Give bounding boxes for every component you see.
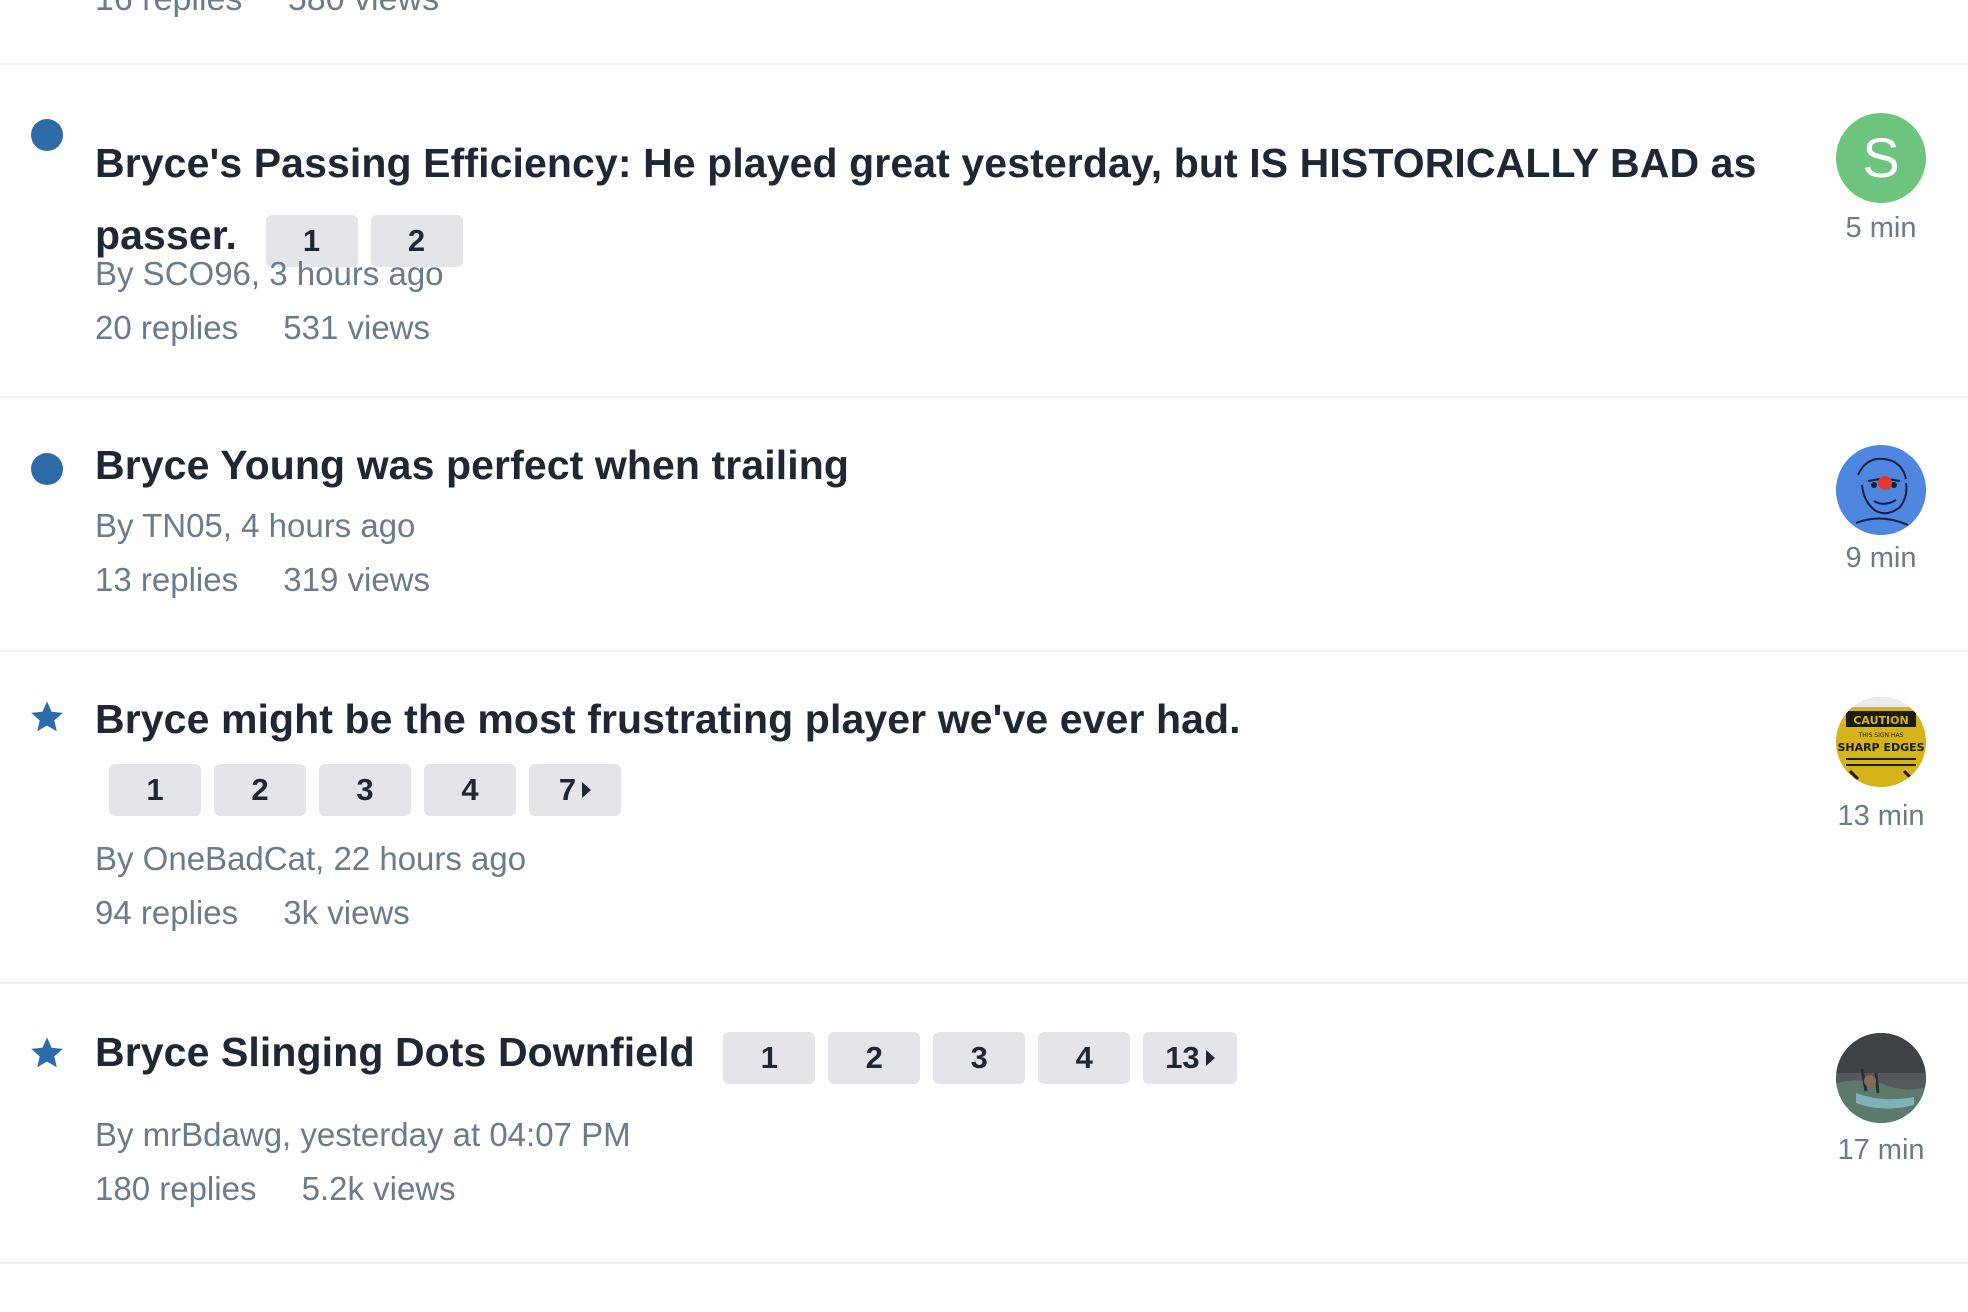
last-page-number: 13 <box>1165 1039 1200 1075</box>
topic-title-link[interactable]: Bryce might be the most frustrating play… <box>95 696 1241 742</box>
page-4-button[interactable]: 4 <box>424 764 516 816</box>
title-wrap: Bryce Slinging Dots Downfield 1 2 3 4 13 <box>95 1021 1775 1093</box>
last-page-button[interactable]: 13 <box>1143 1031 1237 1084</box>
page-4-button[interactable]: 4 <box>1038 1031 1131 1084</box>
star-icon <box>31 701 63 733</box>
sketch-face-avatar-icon <box>1836 445 1926 535</box>
avatar[interactable]: S <box>1836 113 1926 203</box>
title-wrap: Bryce might be the most frustrating play… <box>95 688 1775 816</box>
topic-stats: 13 replies 319 views <box>95 553 466 607</box>
byline: By mrBdawg, yesterday at 04:07 PM <box>95 1108 631 1162</box>
replies-count: 180 replies <box>95 1170 257 1207</box>
svg-text:SHARP EDGES: SHARP EDGES <box>1837 741 1924 754</box>
views-count: 580 views <box>288 0 439 18</box>
last-page-button[interactable]: 7 <box>529 764 621 816</box>
pagination: 1 2 3 4 7 <box>109 764 1775 816</box>
page-3-button[interactable]: 3 <box>933 1031 1026 1084</box>
byline: By OneBadCat, 22 hours ago <box>95 832 526 886</box>
page-2-button[interactable]: 2 <box>214 764 306 816</box>
byline-text: By TN05, 4 hours ago <box>95 507 416 544</box>
byline: By TN05, 4 hours ago <box>95 499 466 553</box>
last-post-time[interactable]: 13 min <box>1836 800 1926 833</box>
topic-row[interactable]: Bryce Slinging Dots Downfield 1 2 3 4 13… <box>0 984 1968 1264</box>
avatar-letter: S <box>1862 126 1900 189</box>
views-count: 5.2k views <box>301 1170 456 1207</box>
last-post-time[interactable]: 17 min <box>1836 1134 1926 1167</box>
row-divider <box>0 1262 1968 1264</box>
avatar[interactable]: CAUTION THIS SIGN HAS SHARP EDGES <box>1836 697 1926 787</box>
topic-meta: By mrBdawg, yesterday at 04:07 PM 180 re… <box>95 1108 631 1216</box>
unread-dot-icon <box>31 453 63 485</box>
page-2-button[interactable]: 2 <box>828 1031 921 1084</box>
byline-text: By mrBdawg, yesterday at 04:07 PM <box>95 1116 631 1153</box>
topic-meta: By TN05, 4 hours ago 13 replies 319 view… <box>95 499 466 607</box>
topic-row[interactable]: Bryce might be the most frustrating play… <box>0 652 1968 982</box>
last-post-time[interactable]: 5 min <box>1836 212 1926 245</box>
topic-row[interactable]: Bryce's Passing Efficiency: He played gr… <box>0 64 1968 396</box>
topic-stats: 180 replies 5.2k views <box>95 1162 631 1216</box>
last-page-number: 7 <box>558 772 577 807</box>
last-post-time[interactable]: 9 min <box>1836 542 1926 575</box>
views-count: 3k views <box>283 894 410 931</box>
replies-count: 20 replies <box>95 309 239 346</box>
topic-title-link[interactable]: Bryce Slinging Dots Downfield <box>95 1029 695 1075</box>
photo-avatar-icon <box>1836 1033 1926 1123</box>
byline: By SCO96, 3 hours ago <box>95 247 466 301</box>
replies-count: 94 replies <box>95 894 239 931</box>
unread-dot-icon <box>31 119 63 151</box>
replies-count: 16 replies <box>95 0 242 18</box>
views-count: 531 views <box>283 309 431 346</box>
avatar[interactable] <box>1836 1033 1926 1123</box>
star-icon <box>31 1037 63 1069</box>
caret-right-icon <box>1205 1049 1215 1066</box>
pagination: 1 2 3 4 13 <box>723 1031 1237 1084</box>
avatar[interactable] <box>1836 445 1926 535</box>
topic-meta: By OneBadCat, 22 hours ago 94 replies 3k… <box>95 832 526 940</box>
page-1-button[interactable]: 1 <box>109 764 201 816</box>
topic-stats: 20 replies 531 views <box>95 301 466 355</box>
topic-stats: 94 replies 3k views <box>95 886 526 940</box>
views-count: 319 views <box>283 561 431 598</box>
caret-right-icon <box>582 782 592 798</box>
svg-text:CAUTION: CAUTION <box>1853 714 1908 727</box>
title-wrap: Bryce Young was perfect when trailing <box>95 434 1775 506</box>
replies-count: 13 replies <box>95 561 239 598</box>
topic-title-link[interactable]: Bryce Young was perfect when trailing <box>95 442 849 488</box>
topic-meta: By SCO96, 3 hours ago 20 replies 531 vie… <box>95 247 466 355</box>
byline-text: By OneBadCat, 22 hours ago <box>95 840 527 877</box>
topic-row[interactable]: Bryce Young was perfect when trailing By… <box>0 398 1968 650</box>
caution-sign-avatar-icon: CAUTION THIS SIGN HAS SHARP EDGES <box>1836 697 1926 787</box>
svg-text:THIS SIGN HAS: THIS SIGN HAS <box>1858 732 1904 739</box>
page-3-button[interactable]: 3 <box>319 764 411 816</box>
topic-list: 16 replies 580 views Bryce's Passing Eff… <box>0 0 1968 1312</box>
byline-text: By SCO96, 3 hours ago <box>95 255 444 292</box>
previous-topic-stats: 16 replies 580 views <box>95 0 475 19</box>
page-1-button[interactable]: 1 <box>723 1031 816 1084</box>
